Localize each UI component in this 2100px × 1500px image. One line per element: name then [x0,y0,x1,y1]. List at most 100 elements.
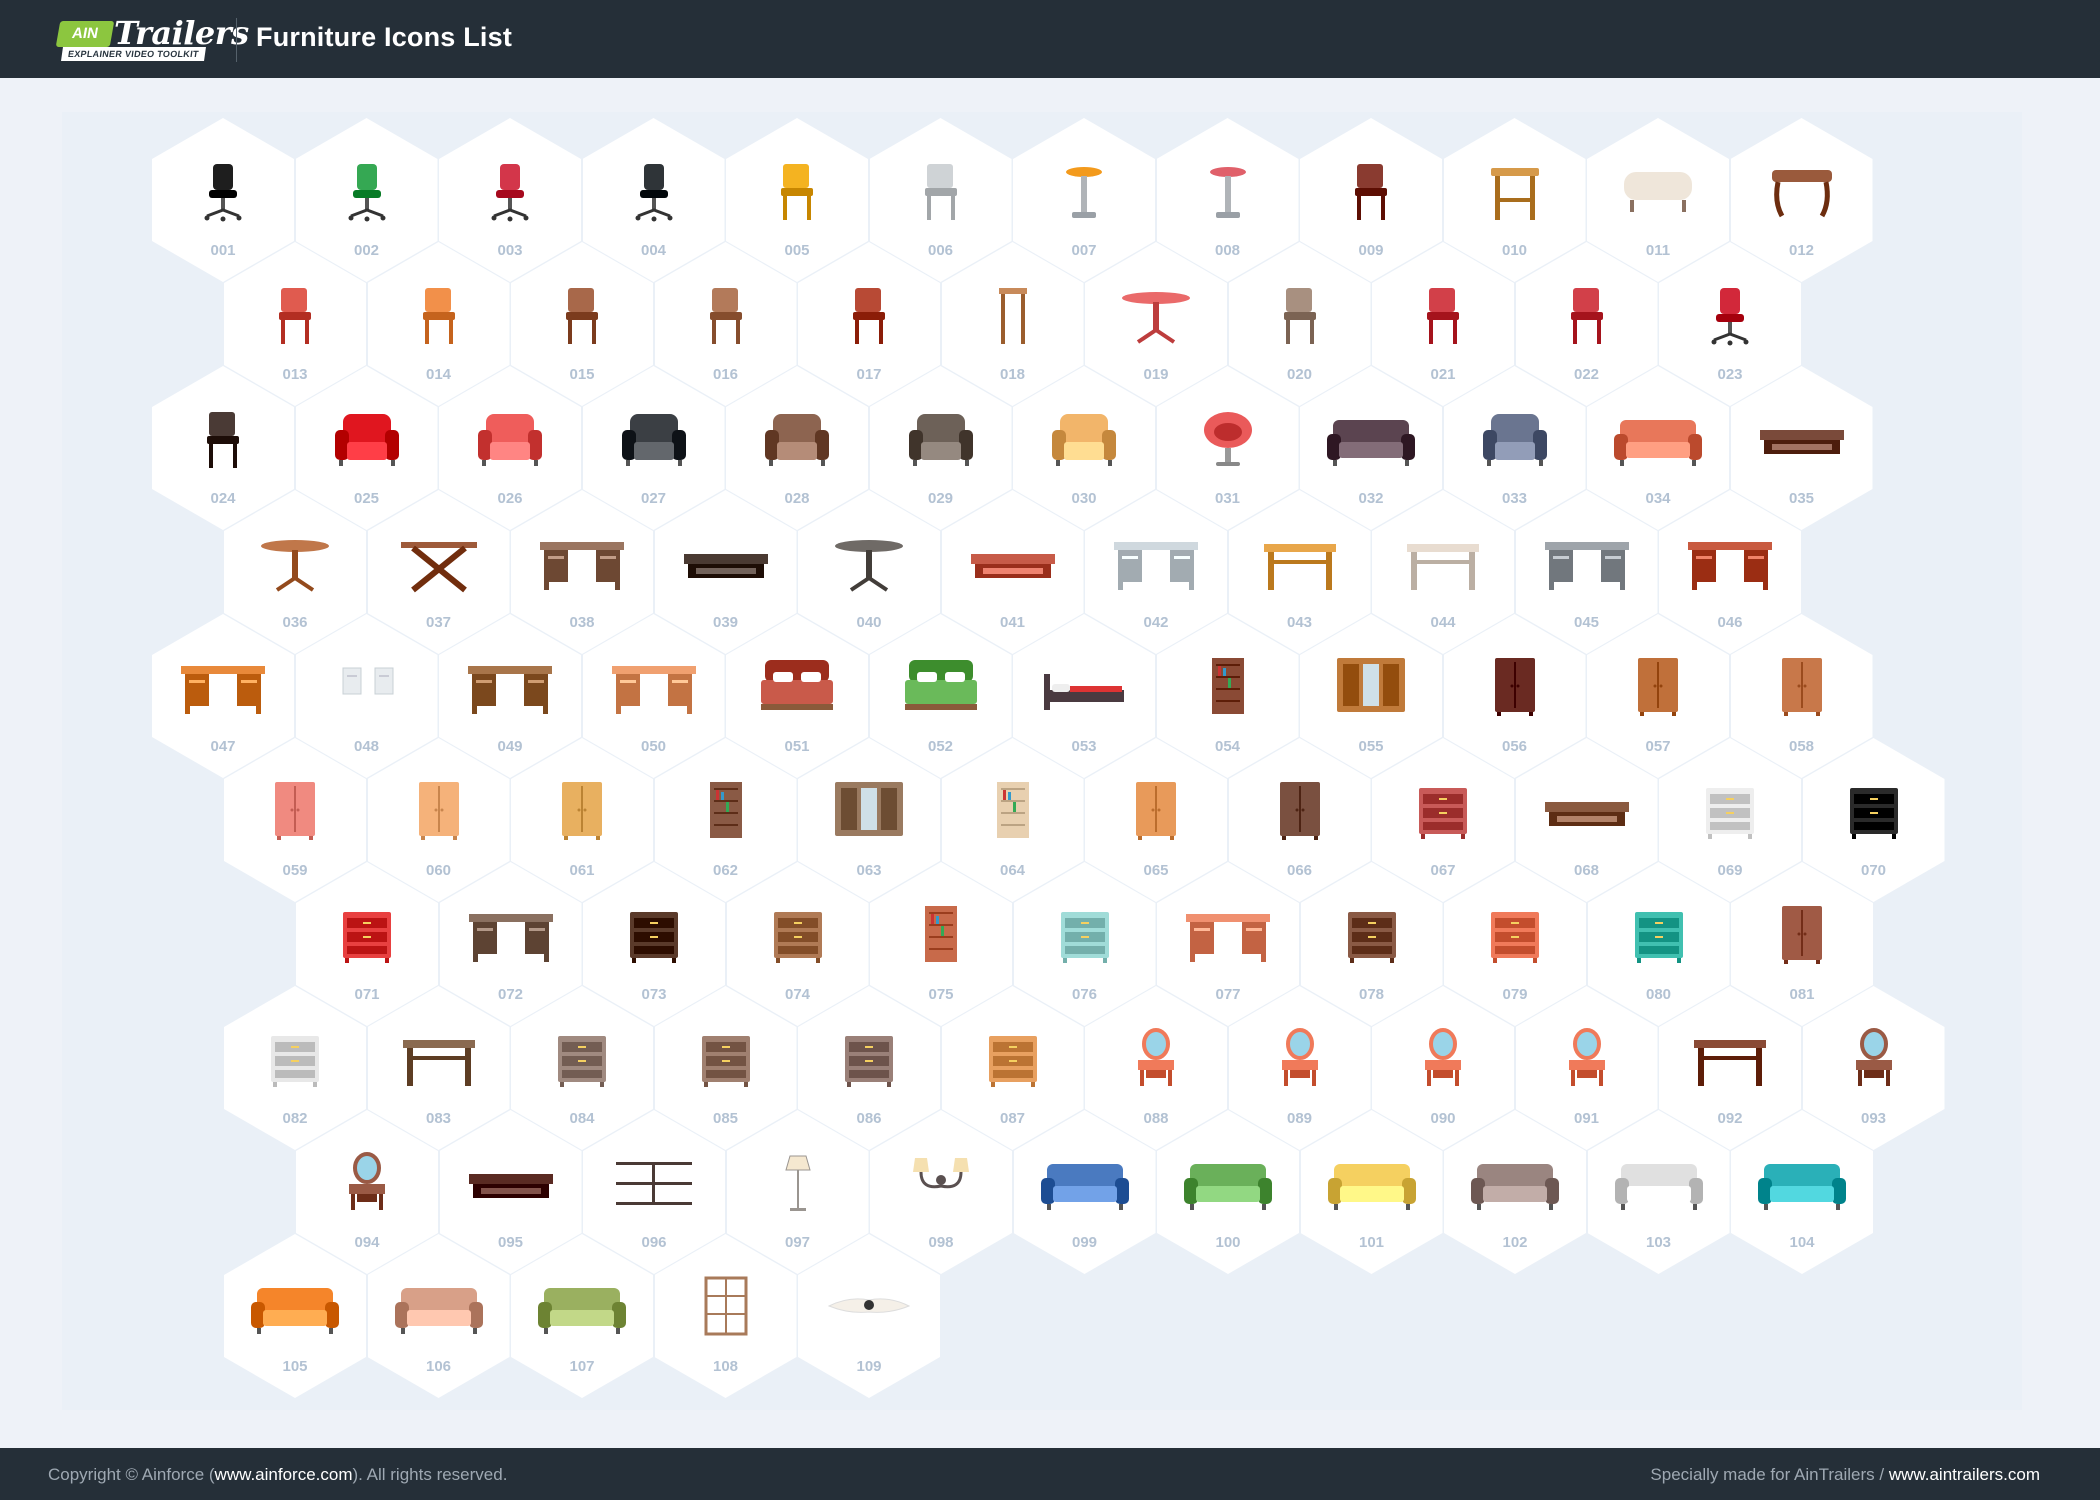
office-chair-black-icon [173,158,273,224]
blue-sofa-icon [1035,1150,1135,1216]
pod-chair-icon [1178,406,1278,472]
grey-drawers-icon [819,1026,919,1092]
wingback-chair-icon [1465,406,1565,472]
wall-cabinets-icon [317,654,417,720]
black-armchair-icon [604,406,704,472]
nightstand-icon [748,902,848,968]
mirror-vanity-icon [1106,1026,1206,1092]
office-chair-red-icon [460,158,560,224]
ainforce-link[interactable]: www.ainforce.com [215,1465,353,1484]
round-mirror-vanity-icon [1250,1026,1350,1092]
icon-number: 107 [569,1358,595,1375]
pink-wardrobe-icon [245,778,345,844]
radio-cabinet-icon [1322,902,1422,968]
china-cabinet-icon [1250,778,1350,844]
computer-desk-icon [173,654,273,720]
icon-number: 106 [425,1358,452,1375]
black-dresser-icon [1824,778,1924,844]
tall-drawers-icon [676,1026,776,1092]
double-bed-icon [747,654,847,720]
coffee-table-icon [676,530,776,596]
icon-number: 109 [856,1358,882,1375]
console-desk-icon [461,902,561,968]
teal-sofa-icon [1752,1150,1852,1216]
brown-armchair-icon [747,406,847,472]
sliding-wardrobe-icon [819,778,919,844]
drawer-desk-icon [460,654,560,720]
wooden-wardrobe-icon [1608,654,1708,720]
triple-mirror-vanity-icon [1824,1026,1924,1092]
bar-stool-icon [1178,158,1278,224]
oven-cabinet-icon [245,1026,345,1092]
console-table-icon [389,1026,489,1092]
wooden-table-icon [1250,530,1350,596]
narrow-shelf-icon [963,778,1063,844]
coral-armchair-icon [460,406,560,472]
single-bed-icon [1034,654,1134,720]
yellow-sofa-icon [1322,1150,1422,1216]
executive-chair-icon [604,158,704,224]
yellow-chair-icon [747,158,847,224]
bookcase-icon [1178,654,1278,720]
oval-desk-icon [532,530,632,596]
icon-number: 102 [1502,1234,1528,1251]
green-chesterfield-icon [1178,1150,1278,1216]
icon-number: 101 [1358,1234,1385,1251]
metal-chair-icon [891,158,991,224]
bar-stool-orange-icon [1034,158,1134,224]
red-armchair-icon [1393,282,1493,348]
bench-icon [1752,158,1852,224]
grey-armchair-icon [891,406,991,472]
icon-number: 108 [712,1358,739,1375]
chest-of-drawers-icon [604,902,704,968]
olive-sofa-icon [532,1274,632,1340]
icon-number: 103 [1645,1234,1672,1251]
cantilever-chair-icon [245,282,345,348]
white-dresser-icon [1680,778,1780,844]
chest-cabinet-icon [1393,778,1493,844]
sideboard-icon [1178,902,1278,968]
coral-dresser-icon [1465,902,1565,968]
folding-table-icon [1106,282,1206,348]
taupe-sofa-icon [1465,1150,1565,1216]
aintrailers-link[interactable]: www.aintrailers.com [1889,1465,2040,1484]
wooden-chair-icon [532,282,632,348]
mint-cabinet-icon [1035,902,1135,968]
white-sofa-icon [1609,1150,1709,1216]
bear-rug-icon [819,1274,919,1340]
shelf-unit-icon [676,778,776,844]
display-cabinet-icon [1106,778,1206,844]
wooden-vanity-icon [317,1150,417,1216]
spindle-chair-icon [173,406,273,472]
loveseat-icon [1321,406,1421,472]
glass-coffee-table-icon [963,530,1063,596]
writing-desk-icon [1680,530,1780,596]
glass-desk-icon [1106,530,1206,596]
wall-sconce-icon [891,1150,991,1216]
red-nightstand-icon [317,902,417,968]
tall-armoire-icon [1752,902,1852,968]
trestle-table-icon [389,530,489,596]
shelf-cabinet-icon [891,902,991,968]
peach-desk-icon [604,654,704,720]
icon-number: 099 [1071,1234,1098,1251]
green-bed-icon [891,654,991,720]
coral-sofa-icon [1608,406,1708,472]
icon-number: 104 [1789,1234,1815,1251]
carved-table-icon [1680,1026,1780,1092]
filing-cabinet-icon [532,1026,632,1092]
daybed-icon [1752,406,1852,472]
ottoman-icon [1608,158,1708,224]
wall-unit-icon [1321,654,1421,720]
office-desk-icon [1537,530,1637,596]
footer: Copyright © Ainforce (www.ainforce.com).… [0,1448,2100,1500]
wide-dresser-icon [963,1026,1063,1092]
cushion-sofa-icon [389,1274,489,1340]
glass-cabinet-icon [532,778,632,844]
red-armchair-icon [317,406,417,472]
tablecloth-table-icon [1393,530,1493,596]
copyright-text: Copyright © Ainforce (www.ainforce.com).… [48,1465,508,1484]
wooden-chair-brown-icon [1321,158,1421,224]
tall-stool-icon [963,282,1063,348]
dining-chair-red-icon [1537,282,1637,348]
